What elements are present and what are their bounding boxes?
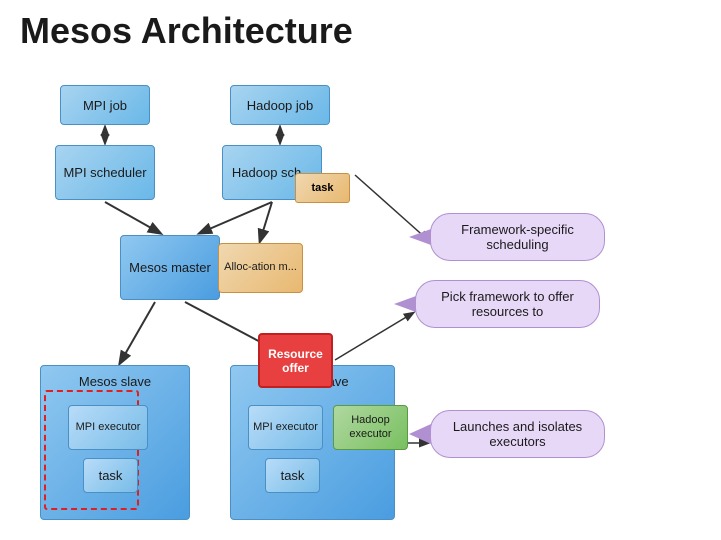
mpi-executor-right-box: MPI executor [248, 405, 323, 450]
page-title: Mesos Architecture [0, 0, 721, 57]
mpi-scheduler-box: MPI scheduler [55, 145, 155, 200]
mpi-job-box: MPI job [60, 85, 150, 125]
allocation-box: Alloc-ation m... [218, 243, 303, 293]
pick-callout: Pick framework to offer resources to [415, 280, 600, 328]
resource-offer-box: Resource offer [258, 333, 333, 388]
mesos-master-box: Mesos master [120, 235, 220, 300]
diagram-area: MPI job Hadoop job MPI scheduler Hadoop … [0, 65, 721, 540]
mpi-executor-left-box: MPI executor [68, 405, 148, 450]
framework-callout: Framework-specific scheduling [430, 213, 605, 261]
task-left-box: task [83, 458, 138, 493]
hadoop-executor-right-box: Hadoop executor [333, 405, 408, 450]
task-right-box: task [265, 458, 320, 493]
hadoop-job-box: Hadoop job [230, 85, 330, 125]
launches-callout: Launches and isolates executors [430, 410, 605, 458]
hadoop-task-box: task [295, 173, 350, 203]
